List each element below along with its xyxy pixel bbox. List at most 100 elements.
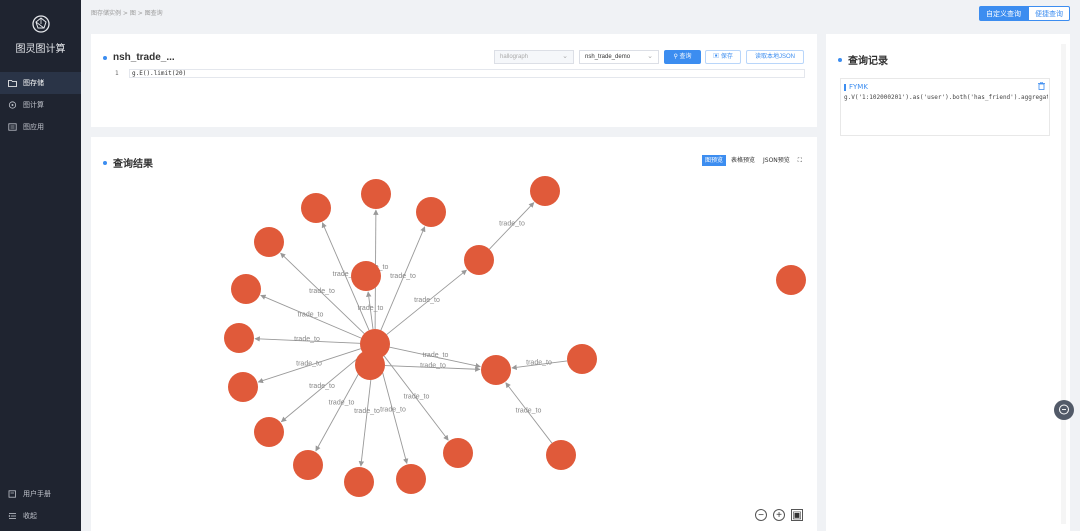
collapse-sidebar-button[interactable]: 收起 — [0, 505, 81, 527]
graph-node[interactable] — [776, 265, 806, 295]
engine-select-value: hallograph — [500, 54, 529, 60]
top-bar: 图存储实例 > 图 > 图查询 自定义查询 便捷查询 — [81, 0, 1080, 28]
title-dot — [103, 55, 107, 60]
edge-label: trade_to — [390, 273, 416, 280]
graph-node[interactable] — [344, 467, 374, 497]
graph-node[interactable] — [293, 450, 323, 480]
edge-label: trade_to — [404, 394, 430, 401]
collapse-icon — [8, 513, 16, 519]
view-tabs: 图预览 表格预览 JSON预览 ⛶ — [700, 155, 805, 166]
edge-label: trade_to — [296, 361, 322, 368]
graph-edges: trade_to trade_to trade_to trade_to trade_to… — [254, 202, 568, 467]
history-title: 查询记录 — [838, 52, 888, 67]
edge-label: trade_to — [420, 363, 446, 370]
graph-node[interactable] — [546, 440, 576, 470]
logo-icon — [31, 15, 50, 33]
graph-node[interactable] — [567, 344, 597, 374]
zoom-in-icon[interactable]: + — [773, 509, 785, 521]
fit-view-icon[interactable]: ▣ — [791, 509, 803, 521]
zoom-controls: − + ▣ — [749, 509, 803, 521]
tab-table-preview[interactable]: 表格预览 — [728, 155, 758, 166]
graph-select-value: nsh_trade_demo — [585, 54, 631, 60]
edge-label: trade_to — [499, 221, 525, 228]
edge-label: trade_to — [309, 288, 335, 295]
graph-node[interactable] — [254, 227, 284, 257]
edge-label: trade_to — [423, 352, 449, 359]
user-manual-link[interactable]: 用户手册 — [0, 483, 81, 505]
save-icon: ▣ — [713, 54, 720, 60]
graph-node[interactable] — [224, 323, 254, 353]
code-editor[interactable]: 1 g.E().limit(20) — [105, 69, 805, 78]
sidebar-item-compute[interactable]: 图计算 — [0, 94, 81, 116]
sidebar-item-storage[interactable]: 图存储 — [0, 72, 81, 94]
chat-icon — [1059, 404, 1069, 415]
fullscreen-icon[interactable]: ⛶ — [795, 155, 805, 166]
graph-node[interactable] — [396, 464, 426, 494]
graph-select[interactable]: nsh_trade_demo ⌄ — [579, 50, 659, 64]
query-title-text: nsh_trade_... — [113, 52, 175, 63]
graph-node[interactable] — [254, 417, 284, 447]
graph-node[interactable] — [443, 438, 473, 468]
sidebar: 图灵图计算 图存储 图计算 图应用 用户手册 收起 — [0, 0, 81, 531]
graph-node[interactable] — [301, 193, 331, 223]
results-panel: 查询结果 图预览 表格预览 JSON预览 ⛶ trade_to trade_to t… — [91, 137, 817, 531]
edge-label: trade_to — [354, 408, 380, 415]
graph-node[interactable] — [530, 176, 560, 206]
app-logo: 图灵图计算 — [0, 14, 81, 55]
sidebar-nav: 图存储 图计算 图应用 — [0, 72, 81, 138]
edge-label: trade_to — [516, 408, 542, 415]
engine-select[interactable]: hallograph ⌄ — [494, 50, 574, 64]
edge-label: trade_to — [298, 312, 324, 319]
quick-query-button[interactable]: 便捷查询 — [1028, 6, 1070, 21]
sidebar-item-label: 图存储 — [23, 79, 44, 87]
line-number: 1 — [115, 70, 119, 77]
tab-json-preview[interactable]: JSON预览 — [760, 155, 793, 166]
title-dot — [103, 160, 107, 165]
query-panel: nsh_trade_... hallograph ⌄ nsh_trade_dem… — [91, 34, 817, 127]
history-item[interactable]: FYMK g.V('1:102000201').as('user').both(… — [840, 78, 1050, 136]
query-mode-switch: 自定义查询 便捷查询 — [979, 6, 1070, 21]
trash-icon[interactable] — [1038, 82, 1045, 90]
history-item-name: FYMK — [844, 83, 868, 91]
scrollbar[interactable] — [1061, 44, 1066, 524]
app-icon — [8, 123, 17, 131]
zoom-out-icon[interactable]: − — [755, 509, 767, 521]
graph-node[interactable] — [361, 179, 391, 209]
sidebar-bottom: 用户手册 收起 — [0, 483, 81, 527]
history-panel: 查询记录 FYMK g.V('1:102000201').as('user').… — [826, 34, 1070, 531]
chevron-down-icon: ⌄ — [647, 53, 653, 60]
history-item-code: g.V('1:102000201').as('user').both('has_… — [844, 94, 1048, 101]
query-button-label: 查询 — [679, 54, 692, 60]
history-title-text: 查询记录 — [848, 56, 888, 67]
graph-node[interactable] — [231, 274, 261, 304]
query-code[interactable]: g.E().limit(20) — [129, 69, 805, 78]
custom-query-button[interactable]: 自定义查询 — [979, 6, 1028, 21]
search-icon: ⚲ — [673, 54, 678, 60]
breadcrumb[interactable]: 图存储实例 > 图 > 图查询 — [91, 8, 163, 17]
graph-node[interactable] — [416, 197, 446, 227]
sidebar-item-label: 图应用 — [23, 123, 44, 131]
sidebar-item-label: 图计算 — [23, 101, 44, 109]
save-button-label: 保存 — [720, 54, 733, 60]
folder-icon — [8, 80, 17, 87]
graph-node[interactable] — [355, 350, 385, 380]
graph-node[interactable] — [464, 245, 494, 275]
edge-label: trade_to — [358, 305, 384, 312]
tab-graph-preview[interactable]: 图预览 — [701, 155, 726, 166]
query-button[interactable]: ⚲ 查询 — [664, 50, 701, 64]
save-button[interactable]: ▣ 保存 — [705, 50, 741, 64]
sidebar-item-apps[interactable]: 图应用 — [0, 116, 81, 138]
chevron-down-icon: ⌄ — [562, 53, 568, 60]
chat-button[interactable] — [1054, 400, 1074, 420]
title-dot — [838, 57, 842, 62]
graph-node[interactable] — [351, 261, 381, 291]
graph-canvas[interactable]: trade_to trade_to trade_to trade_to trade_to… — [91, 167, 817, 531]
graph-node[interactable] — [481, 355, 511, 385]
manual-icon — [8, 490, 16, 498]
edge-label: trade_to — [294, 336, 320, 343]
load-json-button[interactable]: 读取本地JSON — [746, 50, 804, 64]
sidebar-item-label: 用户手册 — [23, 490, 51, 498]
compute-icon — [8, 101, 17, 109]
graph-node[interactable] — [228, 372, 258, 402]
app-title: 图灵图计算 — [15, 44, 66, 55]
